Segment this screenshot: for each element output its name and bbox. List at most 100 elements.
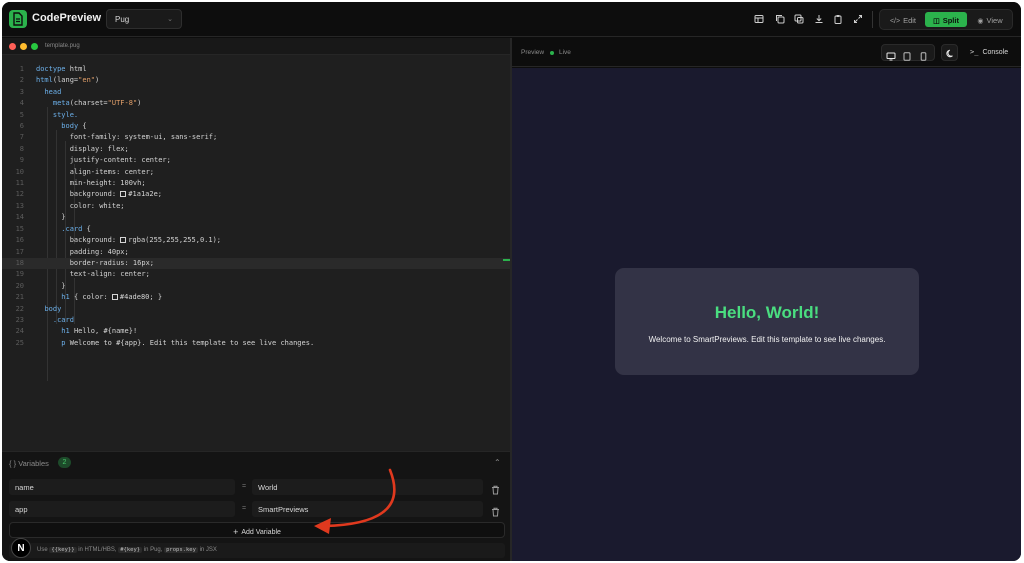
window-zoom-dot [31, 43, 38, 50]
code-text[interactable]: color: white; [36, 201, 125, 212]
code-text[interactable]: justify-content: center; [36, 155, 171, 166]
code-text[interactable]: font-family: system-ui, sans-serif; [36, 132, 218, 143]
code-text[interactable]: body [36, 304, 61, 315]
expand-icon[interactable] [853, 14, 863, 24]
code-text[interactable]: text-align: center; [36, 269, 150, 280]
tablet-icon[interactable] [903, 48, 911, 66]
variable-key-input[interactable]: app [9, 501, 235, 517]
code-text[interactable]: doctype html [36, 64, 87, 75]
code-text[interactable]: h1 { color: #4ade80; } [36, 292, 162, 303]
code-line[interactable]: 1 doctype html [2, 64, 510, 75]
line-number: 13 [15, 201, 24, 210]
add-variable-button[interactable]: + Add Variable [9, 522, 505, 538]
terminal-icon: >_ [970, 48, 979, 56]
clipboard-icon[interactable] [833, 14, 843, 24]
code-lines[interactable]: 1 doctype html 2 html(lang="en") 3 head 4 met… [2, 64, 510, 349]
trash-icon[interactable] [491, 504, 500, 522]
theme-toggle-button[interactable] [941, 44, 958, 61]
code-text[interactable]: p Welcome to #{app}. Edit this template … [36, 338, 314, 349]
edit-mode-button[interactable]: </> Edit [883, 12, 923, 27]
code-text[interactable]: } [36, 281, 65, 292]
code-line[interactable]: 8 display: flex; [2, 144, 510, 155]
code-line[interactable]: 15 .card { [2, 224, 510, 235]
brand-name: CodePreview [32, 12, 102, 24]
code-text[interactable]: h1 Hello, #{name}! [36, 326, 137, 337]
code-line[interactable]: 25 p Welcome to #{app}. Edit this templa… [2, 338, 510, 349]
code-line[interactable]: 9 justify-content: center; [2, 155, 510, 166]
chevron-down-icon: ⌄ [167, 16, 173, 23]
language-select[interactable]: Pug ⌄ [106, 9, 182, 29]
code-text[interactable]: min-height: 100vh; [36, 178, 146, 189]
logo-icon [9, 10, 27, 28]
code-text[interactable]: border-radius: 16px; [36, 258, 154, 269]
code-text[interactable]: padding: 40px; [36, 247, 129, 258]
code-line[interactable]: 10 align-items: center; [2, 167, 510, 178]
code-text[interactable]: .card [36, 315, 74, 326]
variable-value-input[interactable]: SmartPreviews [252, 501, 483, 517]
live-status-label: Live [559, 49, 571, 56]
code-line[interactable]: 6 body { [2, 121, 510, 132]
code-text[interactable]: html(lang="en") [36, 75, 99, 86]
console-button[interactable]: >_ Console [970, 48, 1008, 56]
split-mode-button[interactable]: ◫ Split [925, 12, 967, 27]
code-text[interactable]: style. [36, 110, 78, 121]
code-text[interactable]: background: rgba(255,255,255,0.1); [36, 235, 221, 246]
code-line[interactable]: 5 style. [2, 110, 510, 121]
equals-sign: = [242, 505, 247, 512]
code-line[interactable]: 13 color: white; [2, 201, 510, 212]
split-icon: ◫ [933, 18, 940, 25]
code-line[interactable]: 2 html(lang="en") [2, 75, 510, 86]
code-text[interactable]: meta(charset="UTF-8") [36, 98, 142, 109]
code-line[interactable]: 22 body [2, 304, 510, 315]
file-tab[interactable]: template.pug [45, 43, 80, 49]
line-number: 8 [19, 144, 24, 153]
line-number: 20 [15, 281, 24, 290]
n-logo-badge[interactable]: N [11, 538, 31, 558]
code-icon: </> [889, 18, 901, 25]
code-line[interactable]: 4 meta(charset="UTF-8") [2, 98, 510, 109]
code-text[interactable]: align-items: center; [36, 167, 154, 178]
code-text[interactable]: background: #1a1a2e; [36, 189, 162, 200]
code-line[interactable]: 12 background: #1a1a2e; [2, 189, 510, 200]
code-line[interactable]: 23 .card [2, 315, 510, 326]
mobile-icon[interactable] [920, 48, 927, 66]
duplicate-icon[interactable] [794, 14, 804, 24]
code-line[interactable]: 20 } [2, 281, 510, 292]
live-status-dot [550, 51, 554, 55]
code-line[interactable]: 18 border-radius: 16px; [2, 257, 510, 270]
code-line[interactable]: 21 h1 { color: #4ade80; } [2, 292, 510, 303]
preview-canvas: Hello, World! Welcome to SmartPreviews. … [512, 68, 1021, 561]
code-line[interactable]: 7 font-family: system-ui, sans-serif; [2, 132, 510, 143]
code-text[interactable]: .card { [36, 224, 91, 235]
download-icon[interactable] [814, 14, 824, 24]
code-line[interactable]: 11 min-height: 100vh; [2, 178, 510, 189]
variable-row: name = World [9, 479, 505, 495]
code-line[interactable]: 14 } [2, 212, 510, 223]
code-text[interactable]: body { [36, 121, 86, 132]
chevron-up-icon[interactable]: ⌃ [494, 458, 501, 467]
code-editor[interactable]: template.pug 1 doctype html 2 html(lang="en… [2, 38, 510, 451]
code-text[interactable]: head [36, 87, 61, 98]
line-number: 23 [15, 315, 24, 324]
variable-value-input[interactable]: World [252, 479, 483, 495]
variables-header[interactable]: { } Variables [9, 459, 49, 468]
window-minimize-dot [20, 43, 27, 50]
variable-key-input[interactable]: name [9, 479, 235, 495]
line-number: 10 [15, 167, 24, 176]
language-select-value: Pug [115, 15, 130, 24]
code-line[interactable]: 3 head [2, 87, 510, 98]
preview-card: Hello, World! Welcome to SmartPreviews. … [615, 268, 919, 375]
code-line[interactable]: 17 padding: 40px; [2, 247, 510, 258]
code-text[interactable]: } [36, 212, 65, 223]
preview-toolbar: Preview Live >_ Console [512, 38, 1021, 67]
trash-icon[interactable] [491, 482, 500, 500]
desktop-icon[interactable] [886, 48, 896, 66]
copy-icon[interactable] [775, 14, 785, 24]
view-mode-button[interactable]: ◉ View [969, 12, 1011, 27]
code-line[interactable]: 19 text-align: center; [2, 269, 510, 280]
line-number: 22 [15, 304, 24, 313]
code-line[interactable]: 24 h1 Hello, #{name}! [2, 326, 510, 337]
templates-icon[interactable] [754, 14, 764, 24]
code-line[interactable]: 16 background: rgba(255,255,255,0.1); [2, 235, 510, 246]
code-text[interactable]: display: flex; [36, 144, 129, 155]
